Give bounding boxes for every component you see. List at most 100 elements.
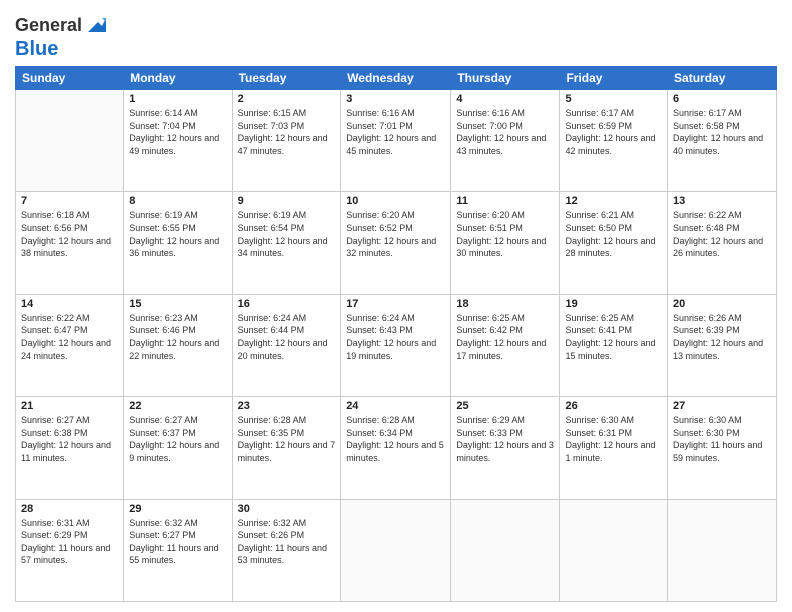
day-number: 2	[238, 93, 336, 105]
cell-info: Sunrise: 6:22 AM Sunset: 6:47 PM Dayligh…	[21, 312, 118, 362]
day-number: 10	[346, 195, 445, 207]
calendar-cell: 26 Sunrise: 6:30 AM Sunset: 6:31 PM Dayl…	[560, 397, 668, 499]
calendar-cell: 5 Sunrise: 6:17 AM Sunset: 6:59 PM Dayli…	[560, 90, 668, 192]
cell-info: Sunrise: 6:18 AM Sunset: 6:56 PM Dayligh…	[21, 209, 118, 259]
cell-info: Sunrise: 6:20 AM Sunset: 6:51 PM Dayligh…	[456, 209, 554, 259]
week-row-4: 28 Sunrise: 6:31 AM Sunset: 6:29 PM Dayl…	[16, 499, 777, 601]
calendar-cell: 11 Sunrise: 6:20 AM Sunset: 6:51 PM Dayl…	[451, 192, 560, 294]
calendar-cell	[668, 499, 777, 601]
calendar-cell: 20 Sunrise: 6:26 AM Sunset: 6:39 PM Dayl…	[668, 294, 777, 396]
day-number: 12	[565, 195, 662, 207]
calendar-cell: 16 Sunrise: 6:24 AM Sunset: 6:44 PM Dayl…	[232, 294, 341, 396]
week-row-1: 7 Sunrise: 6:18 AM Sunset: 6:56 PM Dayli…	[16, 192, 777, 294]
day-number: 7	[21, 195, 118, 207]
cell-info: Sunrise: 6:24 AM Sunset: 6:44 PM Dayligh…	[238, 312, 336, 362]
day-number: 27	[673, 400, 771, 412]
cell-info: Sunrise: 6:26 AM Sunset: 6:39 PM Dayligh…	[673, 312, 771, 362]
calendar-cell: 4 Sunrise: 6:16 AM Sunset: 7:00 PM Dayli…	[451, 90, 560, 192]
col-header-monday: Monday	[124, 67, 232, 90]
week-row-0: 1 Sunrise: 6:14 AM Sunset: 7:04 PM Dayli…	[16, 90, 777, 192]
day-number: 30	[238, 503, 336, 515]
day-number: 26	[565, 400, 662, 412]
calendar-cell: 2 Sunrise: 6:15 AM Sunset: 7:03 PM Dayli…	[232, 90, 341, 192]
cell-info: Sunrise: 6:16 AM Sunset: 7:00 PM Dayligh…	[456, 107, 554, 157]
day-number: 13	[673, 195, 771, 207]
cell-info: Sunrise: 6:23 AM Sunset: 6:46 PM Dayligh…	[129, 312, 226, 362]
cell-info: Sunrise: 6:14 AM Sunset: 7:04 PM Dayligh…	[129, 107, 226, 157]
calendar-cell: 21 Sunrise: 6:27 AM Sunset: 6:38 PM Dayl…	[16, 397, 124, 499]
calendar-header-row: SundayMondayTuesdayWednesdayThursdayFrid…	[16, 67, 777, 90]
cell-info: Sunrise: 6:29 AM Sunset: 6:33 PM Dayligh…	[456, 414, 554, 464]
day-number: 11	[456, 195, 554, 207]
calendar-cell: 27 Sunrise: 6:30 AM Sunset: 6:30 PM Dayl…	[668, 397, 777, 499]
col-header-sunday: Sunday	[16, 67, 124, 90]
calendar-cell: 28 Sunrise: 6:31 AM Sunset: 6:29 PM Dayl…	[16, 499, 124, 601]
day-number: 4	[456, 93, 554, 105]
day-number: 16	[238, 298, 336, 310]
cell-info: Sunrise: 6:21 AM Sunset: 6:50 PM Dayligh…	[565, 209, 662, 259]
calendar-cell: 15 Sunrise: 6:23 AM Sunset: 6:46 PM Dayl…	[124, 294, 232, 396]
cell-info: Sunrise: 6:28 AM Sunset: 6:34 PM Dayligh…	[346, 414, 445, 464]
cell-info: Sunrise: 6:19 AM Sunset: 6:55 PM Dayligh…	[129, 209, 226, 259]
cell-info: Sunrise: 6:28 AM Sunset: 6:35 PM Dayligh…	[238, 414, 336, 464]
week-row-3: 21 Sunrise: 6:27 AM Sunset: 6:38 PM Dayl…	[16, 397, 777, 499]
calendar-cell: 8 Sunrise: 6:19 AM Sunset: 6:55 PM Dayli…	[124, 192, 232, 294]
calendar-cell: 29 Sunrise: 6:32 AM Sunset: 6:27 PM Dayl…	[124, 499, 232, 601]
calendar-cell: 12 Sunrise: 6:21 AM Sunset: 6:50 PM Dayl…	[560, 192, 668, 294]
day-number: 28	[21, 503, 118, 515]
cell-info: Sunrise: 6:20 AM Sunset: 6:52 PM Dayligh…	[346, 209, 445, 259]
col-header-thursday: Thursday	[451, 67, 560, 90]
col-header-saturday: Saturday	[668, 67, 777, 90]
logo-icon	[84, 14, 108, 38]
calendar-cell: 24 Sunrise: 6:28 AM Sunset: 6:34 PM Dayl…	[341, 397, 451, 499]
logo-text-general: General	[15, 16, 82, 36]
day-number: 21	[21, 400, 118, 412]
logo: General Blue	[15, 14, 108, 60]
cell-info: Sunrise: 6:17 AM Sunset: 6:58 PM Dayligh…	[673, 107, 771, 157]
day-number: 14	[21, 298, 118, 310]
cell-info: Sunrise: 6:25 AM Sunset: 6:41 PM Dayligh…	[565, 312, 662, 362]
calendar-cell	[16, 90, 124, 192]
col-header-friday: Friday	[560, 67, 668, 90]
day-number: 1	[129, 93, 226, 105]
cell-info: Sunrise: 6:27 AM Sunset: 6:37 PM Dayligh…	[129, 414, 226, 464]
day-number: 22	[129, 400, 226, 412]
day-number: 24	[346, 400, 445, 412]
calendar-cell: 23 Sunrise: 6:28 AM Sunset: 6:35 PM Dayl…	[232, 397, 341, 499]
week-row-2: 14 Sunrise: 6:22 AM Sunset: 6:47 PM Dayl…	[16, 294, 777, 396]
day-number: 20	[673, 298, 771, 310]
day-number: 25	[456, 400, 554, 412]
cell-info: Sunrise: 6:31 AM Sunset: 6:29 PM Dayligh…	[21, 517, 118, 567]
calendar-cell: 7 Sunrise: 6:18 AM Sunset: 6:56 PM Dayli…	[16, 192, 124, 294]
page: General Blue SundayMondayTuesdayWednesda…	[0, 0, 792, 612]
calendar-cell: 6 Sunrise: 6:17 AM Sunset: 6:58 PM Dayli…	[668, 90, 777, 192]
col-header-wednesday: Wednesday	[341, 67, 451, 90]
calendar-cell: 13 Sunrise: 6:22 AM Sunset: 6:48 PM Dayl…	[668, 192, 777, 294]
cell-info: Sunrise: 6:24 AM Sunset: 6:43 PM Dayligh…	[346, 312, 445, 362]
day-number: 9	[238, 195, 336, 207]
cell-info: Sunrise: 6:16 AM Sunset: 7:01 PM Dayligh…	[346, 107, 445, 157]
calendar-cell	[451, 499, 560, 601]
day-number: 5	[565, 93, 662, 105]
day-number: 15	[129, 298, 226, 310]
calendar-cell: 22 Sunrise: 6:27 AM Sunset: 6:37 PM Dayl…	[124, 397, 232, 499]
calendar-cell	[560, 499, 668, 601]
calendar-cell: 30 Sunrise: 6:32 AM Sunset: 6:26 PM Dayl…	[232, 499, 341, 601]
calendar-table: SundayMondayTuesdayWednesdayThursdayFrid…	[15, 66, 777, 602]
day-number: 29	[129, 503, 226, 515]
calendar-cell: 14 Sunrise: 6:22 AM Sunset: 6:47 PM Dayl…	[16, 294, 124, 396]
cell-info: Sunrise: 6:32 AM Sunset: 6:27 PM Dayligh…	[129, 517, 226, 567]
calendar-cell	[341, 499, 451, 601]
calendar-cell: 17 Sunrise: 6:24 AM Sunset: 6:43 PM Dayl…	[341, 294, 451, 396]
calendar-cell: 18 Sunrise: 6:25 AM Sunset: 6:42 PM Dayl…	[451, 294, 560, 396]
calendar-cell: 1 Sunrise: 6:14 AM Sunset: 7:04 PM Dayli…	[124, 90, 232, 192]
cell-info: Sunrise: 6:15 AM Sunset: 7:03 PM Dayligh…	[238, 107, 336, 157]
day-number: 8	[129, 195, 226, 207]
cell-info: Sunrise: 6:25 AM Sunset: 6:42 PM Dayligh…	[456, 312, 554, 362]
calendar-cell: 19 Sunrise: 6:25 AM Sunset: 6:41 PM Dayl…	[560, 294, 668, 396]
cell-info: Sunrise: 6:27 AM Sunset: 6:38 PM Dayligh…	[21, 414, 118, 464]
day-number: 6	[673, 93, 771, 105]
calendar-cell: 9 Sunrise: 6:19 AM Sunset: 6:54 PM Dayli…	[232, 192, 341, 294]
calendar-cell: 25 Sunrise: 6:29 AM Sunset: 6:33 PM Dayl…	[451, 397, 560, 499]
day-number: 3	[346, 93, 445, 105]
